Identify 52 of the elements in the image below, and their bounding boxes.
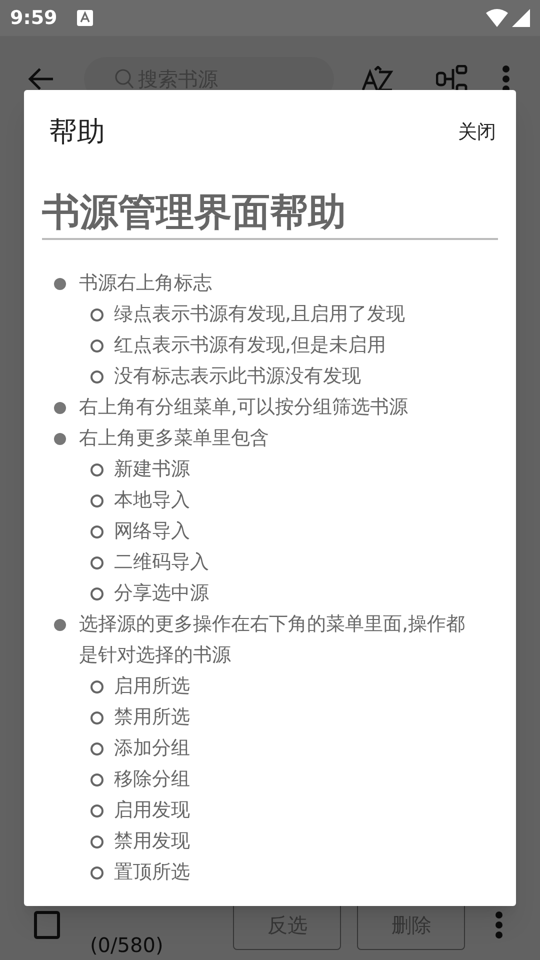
help-subitem: 新建书源 — [114, 457, 190, 482]
hollow-bullet-icon — [90, 494, 104, 508]
hollow-bullet-icon — [90, 556, 104, 570]
help-subitem: 移除分组 — [114, 767, 190, 792]
help-subitem: 启用所选 — [114, 674, 190, 699]
checkbox[interactable] — [34, 911, 60, 939]
hollow-bullet-icon — [90, 680, 104, 694]
help-subitem: 网络导入 — [114, 519, 190, 544]
group-icon[interactable] — [436, 65, 468, 93]
hollow-bullet-icon — [90, 370, 104, 384]
help-subitem: 禁用所选 — [114, 705, 190, 730]
hollow-bullet-icon — [90, 773, 104, 787]
keyboard-icon — [77, 10, 94, 26]
bullet-icon — [54, 433, 66, 445]
more-icon[interactable] — [502, 65, 510, 93]
help-item: 选择源的更多操作在右下角的菜单里面,操作都是针对选择的书源 — [79, 612, 466, 668]
help-item: 右上角有分组菜单,可以按分组筛选书源 — [79, 395, 408, 420]
close-button[interactable]: 关闭 — [456, 118, 498, 146]
help-subitem: 绿点表示书源有发现,且启用了发现 — [114, 302, 406, 327]
bullet-icon — [54, 402, 66, 414]
hollow-bullet-icon — [90, 308, 104, 322]
help-subitem: 本地导入 — [114, 488, 190, 513]
help-subitem: 二维码导入 — [114, 550, 209, 575]
help-subitem: 添加分组 — [114, 736, 190, 761]
help-subitem: 分享选中源 — [114, 581, 209, 606]
hollow-bullet-icon — [90, 339, 104, 353]
help-heading: 书源管理界面帮助 — [42, 189, 347, 236]
status-time: 9:59 — [10, 6, 58, 31]
back-arrow-icon[interactable] — [28, 67, 54, 91]
hollow-bullet-icon — [90, 587, 104, 601]
hollow-bullet-icon — [90, 711, 104, 725]
help-subitem: 启用发现 — [114, 798, 190, 823]
dialog-title: 帮助 — [49, 114, 105, 150]
hollow-bullet-icon — [90, 866, 104, 880]
sort-icon[interactable] — [362, 66, 394, 92]
hollow-bullet-icon — [90, 463, 104, 477]
signal-icon — [512, 9, 530, 27]
hollow-bullet-icon — [90, 835, 104, 849]
help-subitem: 禁用发现 — [114, 829, 190, 854]
help-subitem: 置顶所选 — [114, 860, 190, 885]
help-subitem: 红点表示书源有发现,但是未启用 — [114, 333, 386, 358]
hollow-bullet-icon — [90, 525, 104, 539]
hollow-bullet-icon — [90, 742, 104, 756]
bullet-icon — [54, 619, 66, 631]
hollow-bullet-icon — [90, 804, 104, 818]
help-item: 右上角更多菜单里包含 — [79, 426, 269, 451]
help-item: 书源右上角标志 — [79, 271, 212, 296]
selection-count: (0/580) — [90, 932, 164, 959]
bullet-icon — [54, 278, 66, 290]
help-subitem: 没有标志表示此书源没有发现 — [114, 364, 361, 389]
wifi-icon — [486, 9, 508, 27]
search-icon — [114, 68, 134, 90]
